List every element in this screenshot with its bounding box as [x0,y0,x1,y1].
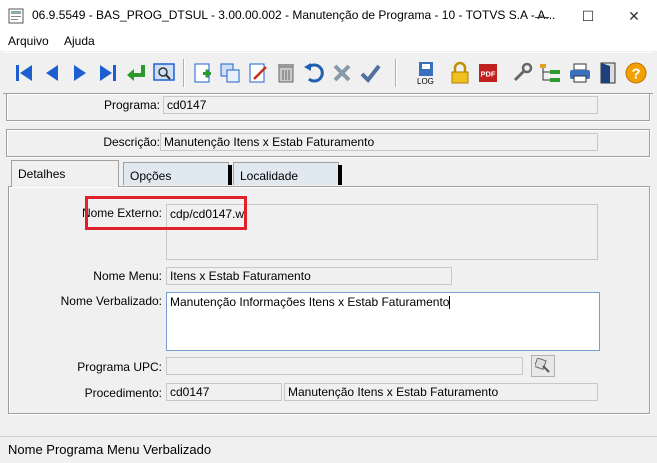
toolbar-separator [395,59,397,87]
tab-shadow [338,165,342,185]
door-exit-icon [600,62,616,84]
programa-upc-field[interactable] [166,357,523,375]
previous-record-button[interactable] [39,59,65,87]
first-icon [16,65,32,81]
checkmark-icon [360,64,381,84]
app-icon [8,8,24,24]
save-button[interactable] [357,59,383,87]
edit-document-icon [249,63,267,83]
last-icon [100,65,116,81]
undo-button[interactable] [301,59,327,87]
text-cursor [449,296,451,310]
menu-file[interactable]: Arquivo [8,34,49,48]
tab-label: Opções [130,169,172,183]
next-record-button[interactable] [67,59,93,87]
tab-label: Detalhes [18,167,66,181]
zoom-lookup-icon [535,358,550,373]
print-button[interactable] [567,59,593,87]
next-icon [74,65,86,81]
cancel-x-icon [333,64,351,82]
close-button[interactable]: ✕ [611,0,657,32]
programa-upc-label: Programa UPC: [77,360,162,374]
tab-label: Localidade [240,169,299,183]
tools-button[interactable] [509,59,535,87]
exit-button[interactable] [595,59,621,87]
svg-text:?: ? [632,66,641,83]
menu-help[interactable]: Ajuda [64,34,95,48]
help-button[interactable]: ? [623,59,649,87]
toolbar: LOG PDF ? [3,52,653,94]
delete-button[interactable] [273,59,299,87]
trash-icon [278,64,294,83]
nome-verbalizado-field[interactable]: Manutenção Informações Itens x Estab Fat… [166,292,600,351]
nome-verbalizado-label: Nome Verbalizado: [60,294,162,308]
undo-icon [304,63,324,83]
search-button[interactable] [151,59,177,87]
toolbar-separator [183,59,185,87]
menu-bar: Arquivo Ajuda [0,32,657,51]
new-button[interactable] [189,59,215,87]
copy-icon [220,63,240,83]
cancel-button[interactable] [329,59,355,87]
enter-arrow-icon [127,65,145,81]
procedimento-code-field[interactable]: cd0147 [166,383,282,401]
search-screen-icon [153,63,175,81]
svg-text:PDF: PDF [481,70,496,79]
window-title: 06.9.5549 - BAS_PROG_DTSUL - 3.00.00.002… [32,8,556,22]
first-record-button[interactable] [11,59,37,87]
pdf-icon: PDF [479,64,497,82]
nome-menu-label: Nome Menu: [93,269,162,283]
procedimento-label: Procedimento: [84,386,162,400]
nome-menu-field[interactable]: Itens x Estab Faturamento [166,267,452,285]
descricao-label: Descrição: [103,135,160,149]
nome-externo-highlight [85,196,247,230]
tree-button[interactable] [537,59,563,87]
edit-button[interactable] [245,59,271,87]
tab-shadow [228,165,232,185]
previous-icon [46,65,58,81]
maximize-button[interactable]: ☐ [565,0,611,32]
goto-button[interactable] [123,59,149,87]
procedimento-desc-field[interactable]: Manutenção Itens x Estab Faturamento [284,383,598,401]
printer-icon [570,63,590,83]
title-bar: 06.9.5549 - BAS_PROG_DTSUL - 3.00.00.002… [0,0,657,33]
programa-label: Programa: [103,98,160,112]
status-bar: Nome Programa Menu Verbalizado [0,436,657,463]
pdf-button[interactable]: PDF [475,59,501,87]
wrench-icon [513,62,533,82]
new-document-icon [194,63,211,83]
last-record-button[interactable] [95,59,121,87]
programa-field[interactable]: cd0147 [163,96,598,114]
log-icon: LOG [417,62,434,85]
descricao-field[interactable]: Manutenção Itens x Estab Faturamento [160,133,598,151]
status-text: Nome Programa Menu Verbalizado [8,442,212,457]
log-button[interactable]: LOG [413,59,439,87]
programa-upc-lookup-button[interactable] [531,355,555,377]
minimize-button[interactable]: — [519,0,565,32]
lock-button[interactable] [447,59,473,87]
nome-verbalizado-text: Manutenção Informações Itens x Estab Fat… [170,295,450,309]
tab-opcoes[interactable]: Opções [123,162,232,185]
copy-button[interactable] [217,59,243,87]
tab-detalhes[interactable]: Detalhes [11,160,119,187]
tab-localidade[interactable]: Localidade [233,162,342,185]
svg-text:LOG: LOG [417,77,434,85]
tree-icon [540,64,560,82]
lock-icon [451,61,469,84]
help-icon: ? [625,62,647,84]
